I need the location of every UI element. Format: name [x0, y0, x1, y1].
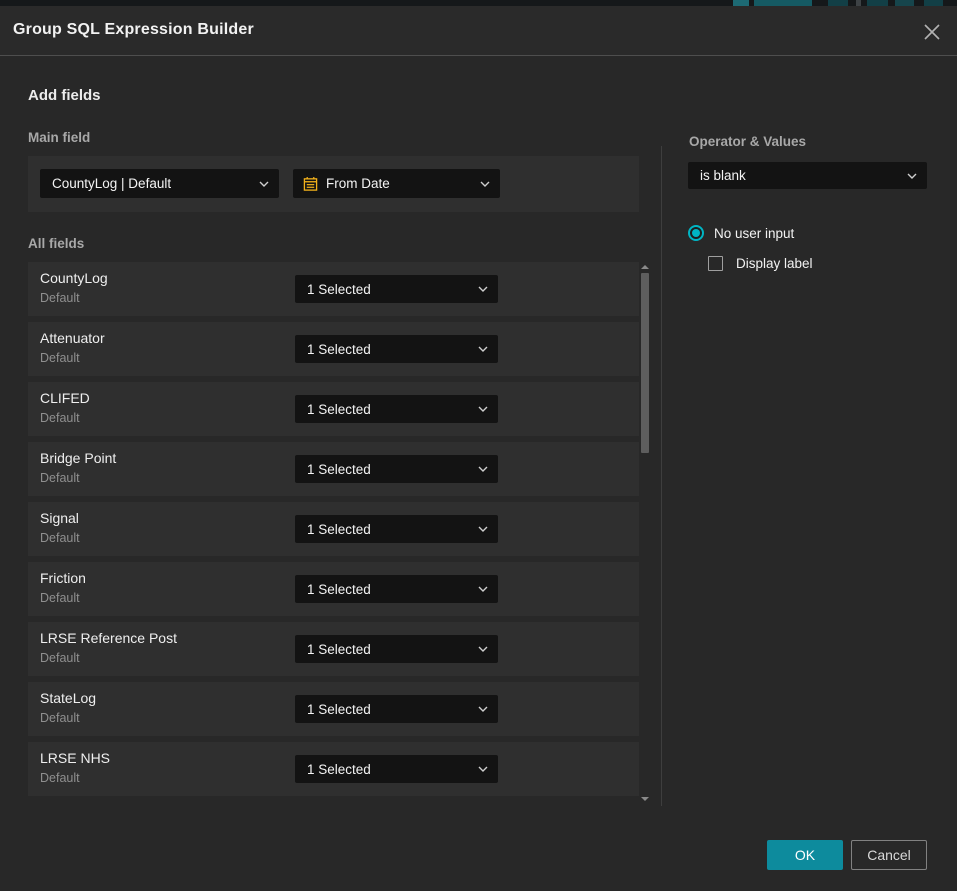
- dropdown-value: 1 Selected: [307, 642, 371, 657]
- chevron-down-icon: [478, 286, 488, 292]
- field-subtype: Default: [40, 771, 80, 785]
- field-subtype: Default: [40, 471, 80, 485]
- field-selection-dropdown[interactable]: 1 Selected: [295, 635, 498, 663]
- close-icon: [922, 22, 942, 42]
- field-row-friction: Friction Default 1 Selected: [28, 562, 639, 616]
- calendar-date-icon: [303, 176, 318, 192]
- field-row-clifed: CLIFED Default 1 Selected: [28, 382, 639, 436]
- main-field-select-value: From Date: [326, 176, 390, 191]
- chevron-down-icon: [478, 466, 488, 472]
- field-selection-dropdown[interactable]: 1 Selected: [295, 515, 498, 543]
- main-field-select-dropdown[interactable]: From Date: [293, 169, 500, 198]
- field-name: CLIFED: [40, 390, 90, 406]
- chevron-down-icon: [478, 406, 488, 412]
- field-selection-dropdown[interactable]: 1 Selected: [295, 695, 498, 723]
- display-label-checkbox[interactable]: Display label: [708, 254, 813, 272]
- chevron-down-icon: [478, 586, 488, 592]
- dialog-title: Group SQL Expression Builder: [13, 21, 254, 39]
- field-subtype: Default: [40, 711, 80, 725]
- chevron-down-icon: [478, 646, 488, 652]
- field-row-bridge-point: Bridge Point Default 1 Selected: [28, 442, 639, 496]
- dropdown-value: 1 Selected: [307, 402, 371, 417]
- field-subtype: Default: [40, 411, 80, 425]
- scrollbar-up-arrow-icon[interactable]: [641, 265, 649, 269]
- field-subtype: Default: [40, 291, 80, 305]
- field-row-lrse-reference-post: LRSE Reference Post Default 1 Selected: [28, 622, 639, 676]
- dialog-header: Group SQL Expression Builder: [0, 6, 957, 56]
- field-selection-dropdown[interactable]: 1 Selected: [295, 275, 498, 303]
- field-subtype: Default: [40, 651, 80, 665]
- operator-select-dropdown[interactable]: is blank: [688, 162, 927, 189]
- field-name: LRSE NHS: [40, 750, 110, 766]
- dropdown-value: 1 Selected: [307, 282, 371, 297]
- field-selection-dropdown[interactable]: 1 Selected: [295, 455, 498, 483]
- scrollbar-down-arrow-icon[interactable]: [641, 797, 649, 801]
- no-user-input-radio[interactable]: No user input: [688, 224, 794, 242]
- add-fields-heading: Add fields: [28, 87, 101, 104]
- chevron-down-icon: [478, 706, 488, 712]
- cancel-button[interactable]: Cancel: [851, 840, 927, 870]
- chevron-down-icon: [478, 766, 488, 772]
- dropdown-value: 1 Selected: [307, 702, 371, 717]
- field-name: CountyLog: [40, 270, 108, 286]
- main-field-label: Main field: [28, 130, 90, 145]
- chevron-down-icon: [907, 173, 917, 179]
- field-row-attenuator: Attenuator Default 1 Selected: [28, 322, 639, 376]
- dropdown-value: 1 Selected: [307, 342, 371, 357]
- panel-divider: [661, 146, 662, 806]
- ok-button[interactable]: OK: [767, 840, 843, 870]
- field-selection-dropdown[interactable]: 1 Selected: [295, 335, 498, 363]
- checkbox-icon: [708, 256, 723, 271]
- field-subtype: Default: [40, 351, 80, 365]
- all-fields-label: All fields: [28, 236, 84, 251]
- scrollbar-thumb[interactable]: [641, 273, 649, 453]
- operator-select-value: is blank: [700, 168, 746, 183]
- field-subtype: Default: [40, 531, 80, 545]
- field-selection-dropdown[interactable]: 1 Selected: [295, 395, 498, 423]
- chevron-down-icon: [480, 181, 490, 187]
- main-field-box: CountyLog | Default From Date: [28, 156, 639, 212]
- field-selection-dropdown[interactable]: 1 Selected: [295, 575, 498, 603]
- operator-values-heading: Operator & Values: [689, 134, 806, 149]
- field-name: Bridge Point: [40, 450, 116, 466]
- field-name: Attenuator: [40, 330, 105, 346]
- chevron-down-icon: [259, 181, 269, 187]
- radio-label: No user input: [714, 226, 794, 241]
- field-row-signal: Signal Default 1 Selected: [28, 502, 639, 556]
- radio-button-icon: [688, 225, 704, 241]
- dropdown-value: 1 Selected: [307, 522, 371, 537]
- layer-select-dropdown[interactable]: CountyLog | Default: [40, 169, 279, 198]
- close-button[interactable]: [916, 16, 948, 48]
- field-name: Signal: [40, 510, 79, 526]
- field-name: Friction: [40, 570, 86, 586]
- field-name: StateLog: [40, 690, 96, 706]
- field-row-lrse-nhs: LRSE NHS Default 1 Selected: [28, 742, 639, 796]
- dropdown-value: 1 Selected: [307, 762, 371, 777]
- dropdown-value: 1 Selected: [307, 582, 371, 597]
- field-subtype: Default: [40, 591, 80, 605]
- chevron-down-icon: [478, 526, 488, 532]
- layer-select-value: CountyLog | Default: [52, 176, 171, 191]
- radio-selected-dot: [692, 229, 700, 237]
- group-sql-expression-builder-dialog: Group SQL Expression Builder Add fields …: [0, 6, 957, 891]
- field-row-countylog: CountyLog Default 1 Selected: [28, 262, 639, 316]
- dropdown-value: 1 Selected: [307, 462, 371, 477]
- field-name: LRSE Reference Post: [40, 630, 177, 646]
- field-row-statelog: StateLog Default 1 Selected: [28, 682, 639, 736]
- field-selection-dropdown[interactable]: 1 Selected: [295, 755, 498, 783]
- checkbox-label: Display label: [736, 256, 813, 271]
- chevron-down-icon: [478, 346, 488, 352]
